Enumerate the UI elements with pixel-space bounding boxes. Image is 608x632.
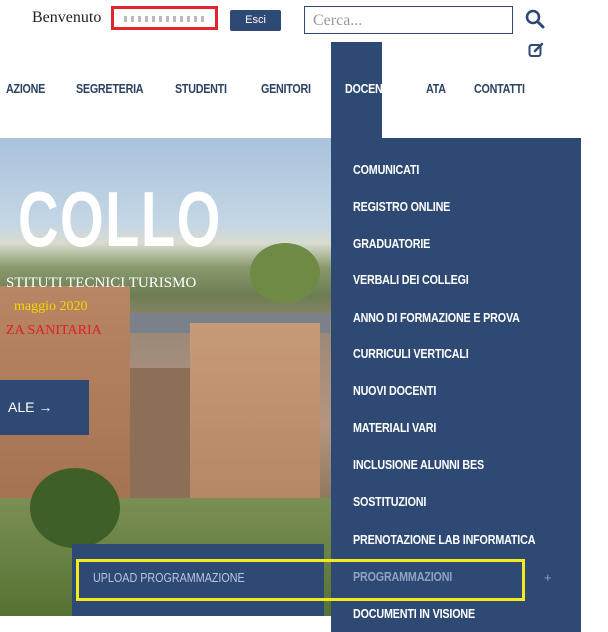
nav-item-ata[interactable]: ATA [426, 82, 446, 96]
nav-item-studenti[interactable]: STUDENTI [175, 82, 227, 96]
nav-item-docenti[interactable]: DOCENTI [345, 82, 392, 96]
hero-button[interactable]: ALE → [0, 380, 89, 435]
nav-item-contatti[interactable]: CONTATTI [474, 82, 525, 96]
menu-item-sostituzioni[interactable]: SOSTITUZIONI [353, 495, 426, 509]
menu-item-inclusione-bes[interactable]: INCLUSIONE ALUNNI BES [353, 458, 484, 472]
menu-item-documenti-visione[interactable]: DOCUMENTI IN VISIONE [353, 607, 475, 621]
menu-item-registro-online[interactable]: REGISTRO ONLINE [353, 200, 450, 214]
logout-button[interactable]: Esci [230, 10, 281, 31]
edit-icon[interactable] [528, 42, 544, 58]
nav-item-azione[interactable]: AZIONE [6, 82, 45, 96]
nav-item-genitori[interactable]: GENITORI [261, 82, 311, 96]
highlight-box [76, 559, 525, 601]
menu-item-curriculi[interactable]: CURRICULI VERTICALI [353, 347, 469, 361]
username-redacted [111, 6, 218, 30]
hero-title: COLLO [18, 175, 222, 263]
hero-subtitle: STITUTI TECNICI TURISMO [6, 275, 197, 291]
menu-item-materiali-vari[interactable]: MATERIALI VARI [353, 421, 436, 435]
welcome-text: Benvenuto [32, 9, 102, 26]
search-input[interactable]: Cerca... [304, 6, 513, 34]
hero-notice: ZA SANITARIA [6, 323, 102, 338]
hero-date: maggio 2020 [14, 299, 88, 314]
search-icon[interactable] [524, 8, 546, 30]
menu-item-anno-formazione[interactable]: ANNO DI FORMAZIONE E PROVA [353, 311, 520, 325]
menu-item-prenotazione-lab[interactable]: PRENOTAZIONE LAB INFORMATICA [353, 533, 535, 547]
expand-plus-icon[interactable]: + [544, 570, 552, 585]
nav-item-segreteria[interactable]: SEGRETERIA [76, 82, 144, 96]
menu-item-verbali[interactable]: VERBALI DEI COLLEGI [353, 273, 469, 287]
menu-item-comunicati[interactable]: COMUNICATI [353, 163, 419, 177]
menu-item-nuovi-docenti[interactable]: NUOVI DOCENTI [353, 384, 436, 398]
menu-item-graduatorie[interactable]: GRADUATORIE [353, 237, 430, 251]
